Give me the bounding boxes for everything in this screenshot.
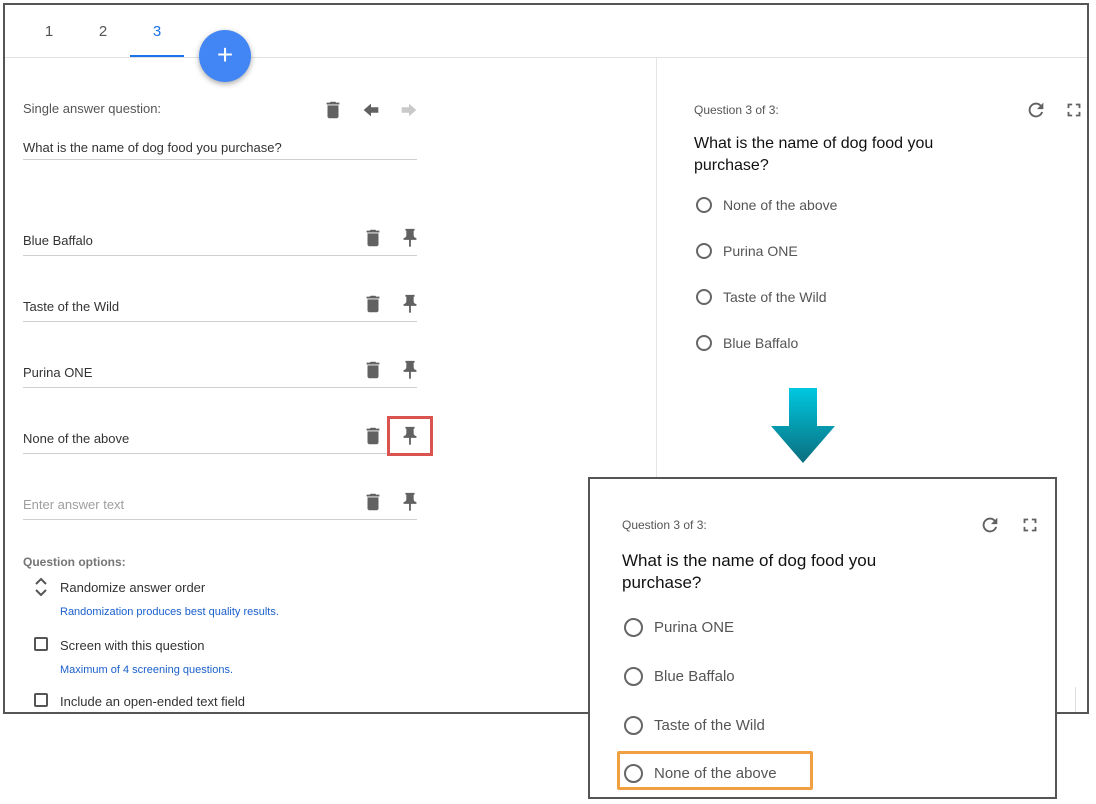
pin-answer-button[interactable]	[399, 293, 421, 315]
preview-question-counter: Question 3 of 3:	[622, 518, 707, 532]
preview-question-text: What is the name of dog food you purchas…	[694, 133, 933, 177]
scrollbar-corner	[1075, 687, 1087, 712]
radio-button[interactable]	[624, 667, 643, 686]
preview-question-text: What is the name of dog food you purchas…	[622, 550, 876, 594]
choice-label: Taste of the Wild	[654, 717, 765, 734]
fullscreen-button[interactable]	[1063, 99, 1085, 121]
delete-answer-button[interactable]	[362, 425, 384, 447]
open-ended-checkbox[interactable]	[34, 693, 48, 707]
open-ended-option-label[interactable]: Include an open-ended text field	[60, 694, 245, 709]
pinned-choice-highlight	[617, 751, 813, 790]
new-answer-input[interactable]: Enter answer text	[23, 497, 124, 512]
preview-choice[interactable]: Blue Baffalo	[696, 335, 798, 351]
radio-button[interactable]	[624, 618, 643, 637]
choice-label: Purina ONE	[654, 619, 735, 636]
preview-question-line: What is the name of dog food you	[694, 135, 934, 152]
screen-checkbox[interactable]	[34, 637, 48, 651]
answer-row: Blue Baffalo	[23, 227, 417, 256]
pin-icon	[403, 492, 417, 512]
answer-text-input[interactable]: Taste of the Wild	[23, 299, 119, 314]
refresh-icon	[1028, 102, 1044, 118]
answer-text-input[interactable]: Purina ONE	[23, 365, 92, 380]
panel-divider	[656, 57, 657, 502]
refresh-icon	[982, 517, 998, 533]
screen-hint: Maximum of 4 screening questions.	[60, 664, 234, 676]
move-question-right-button[interactable]	[398, 99, 420, 121]
choice-label: Taste of the Wild	[723, 289, 827, 305]
preview-after-panel: Question 3 of 3: What is the name of dog…	[588, 477, 1057, 799]
preview-choice[interactable]: Purina ONE	[624, 618, 734, 637]
choice-label: Blue Baffalo	[723, 335, 799, 351]
choice-label: Blue Baffalo	[654, 668, 735, 685]
delete-answer-button[interactable]	[362, 491, 384, 513]
answer-text-input[interactable]: Blue Baffalo	[23, 233, 93, 248]
pin-icon	[403, 360, 417, 380]
arrow-right-icon	[401, 103, 417, 117]
randomize-toggle[interactable]	[33, 577, 49, 597]
radio-button[interactable]	[624, 716, 643, 735]
pin-highlight-box	[387, 416, 433, 456]
choice-label: None of the above	[723, 197, 838, 213]
preview-choice[interactable]: Blue Baffalo	[624, 667, 735, 686]
randomize-option-label[interactable]: Randomize answer order	[60, 580, 205, 595]
trash-icon	[366, 229, 380, 247]
question-text-input[interactable]: What is the name of dog food you purchas…	[23, 137, 417, 160]
preview-choice[interactable]: Taste of the Wild	[696, 289, 827, 305]
randomize-hint: Randomization produces best quality resu…	[60, 606, 279, 618]
question-type-label: Single answer question:	[23, 101, 162, 116]
screen-option-label[interactable]: Screen with this question	[60, 638, 205, 653]
preview-question-counter: Question 3 of 3:	[694, 103, 779, 117]
move-question-left-button[interactable]	[360, 99, 382, 121]
question-options-title: Question options:	[23, 555, 126, 569]
fullscreen-button[interactable]	[1019, 514, 1041, 536]
tab-question-1[interactable]: 1	[22, 5, 76, 55]
preview-question-line: What is the name of dog food you	[622, 551, 877, 570]
delete-question-button[interactable]	[322, 99, 344, 121]
chevron-updown-icon	[35, 577, 47, 597]
preview-choice[interactable]: None of the above	[696, 197, 837, 213]
fullscreen-icon	[1067, 103, 1081, 117]
question-tabs: 1 2 3	[5, 5, 1087, 58]
arrow-left-icon	[363, 103, 379, 117]
fullscreen-icon	[1023, 518, 1037, 532]
arrow-down-icon	[771, 388, 835, 463]
preview-choice[interactable]: Taste of the Wild	[624, 716, 765, 735]
delete-answer-button[interactable]	[362, 359, 384, 381]
delete-answer-button[interactable]	[362, 227, 384, 249]
delete-answer-button[interactable]	[362, 293, 384, 315]
preview-choice[interactable]: Purina ONE	[696, 243, 798, 259]
trash-icon	[326, 101, 340, 119]
tab-question-3[interactable]: 3	[130, 5, 184, 57]
trash-icon	[366, 295, 380, 313]
answer-row-new: Enter answer text	[23, 491, 417, 520]
answer-row: None of the above	[23, 425, 417, 454]
radio-button[interactable]	[696, 197, 712, 213]
trash-icon	[366, 493, 380, 511]
trash-icon	[366, 361, 380, 379]
tab-question-2[interactable]: 2	[76, 5, 130, 55]
answer-row: Taste of the Wild	[23, 293, 417, 322]
refresh-preview-button[interactable]	[1025, 99, 1047, 121]
answer-row: Purina ONE	[23, 359, 417, 388]
pin-icon	[403, 228, 417, 248]
preview-question-line: purchase?	[694, 157, 769, 174]
choice-label: Purina ONE	[723, 243, 798, 259]
trash-icon	[366, 427, 380, 445]
refresh-preview-button[interactable]	[979, 514, 1001, 536]
radio-button[interactable]	[696, 289, 712, 305]
answer-text-input[interactable]: None of the above	[23, 431, 129, 446]
pin-answer-button[interactable]	[399, 491, 421, 513]
pin-answer-button[interactable]	[399, 227, 421, 249]
pin-answer-button[interactable]	[399, 359, 421, 381]
radio-button[interactable]	[696, 335, 712, 351]
preview-question-line: purchase?	[622, 573, 702, 592]
add-question-button[interactable]: +	[199, 30, 251, 82]
pin-icon	[403, 294, 417, 314]
radio-button[interactable]	[696, 243, 712, 259]
